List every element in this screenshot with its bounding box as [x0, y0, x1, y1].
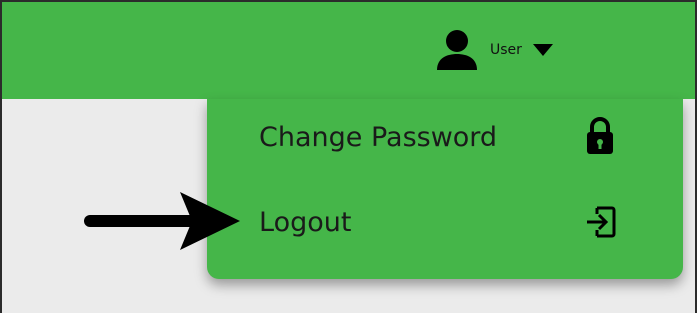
caret-down-icon	[532, 44, 553, 56]
lock-icon	[587, 117, 613, 154]
arrow-right-icon	[84, 192, 240, 250]
user-dropdown-menu: Change Password Logout	[207, 99, 683, 279]
change-password-menu-item[interactable]: Change Password	[207, 102, 683, 172]
person-icon	[437, 30, 477, 70]
user-menu-toggle[interactable]: User	[434, 28, 554, 72]
logout-label: Logout	[259, 206, 352, 238]
logout-menu-item[interactable]: Logout	[207, 187, 683, 257]
logout-icon	[587, 206, 616, 238]
top-navbar: User	[2, 2, 695, 99]
change-password-label: Change Password	[259, 121, 498, 153]
user-label: User	[490, 42, 522, 58]
app-window: User Change Password Logout	[0, 0, 697, 313]
